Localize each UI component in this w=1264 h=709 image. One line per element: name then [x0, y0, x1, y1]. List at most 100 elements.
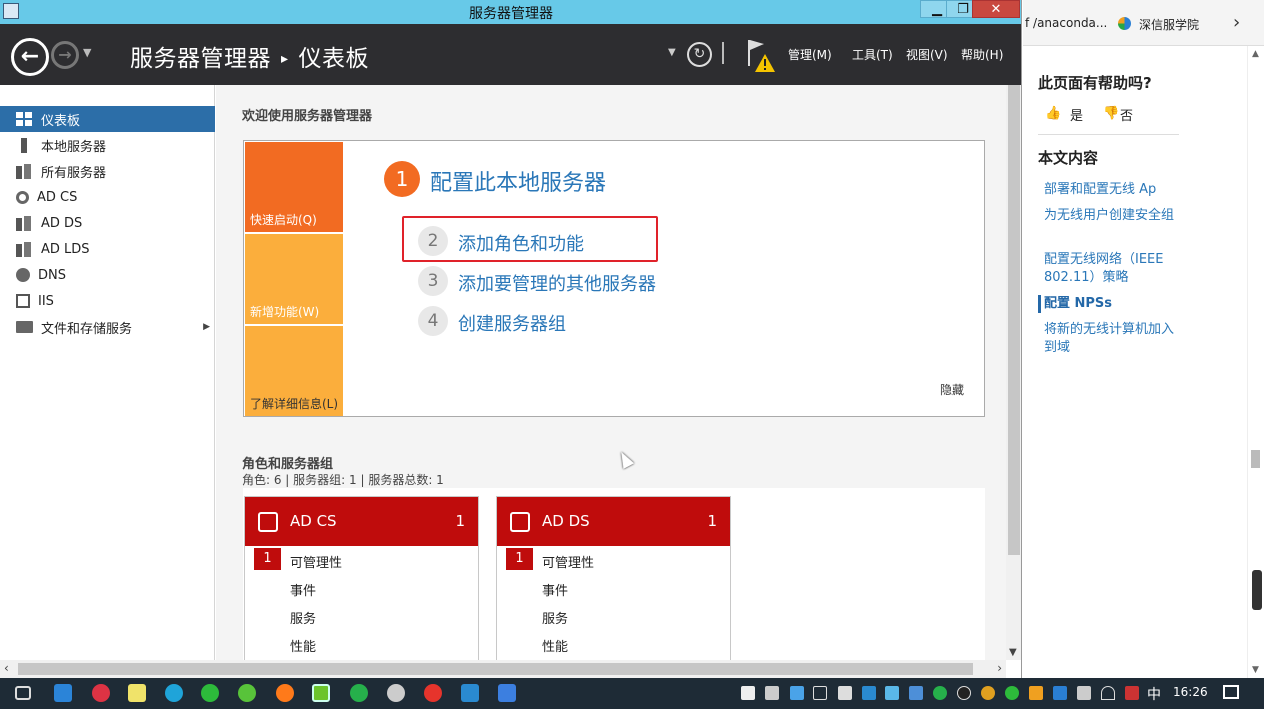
- scroll-down-icon[interactable]: ▼: [1009, 647, 1017, 658]
- scroll-thumb[interactable]: [1008, 85, 1020, 555]
- sidebar-item-file-storage[interactable]: 文件和存储服务 ▶: [0, 314, 215, 340]
- word-icon[interactable]: [498, 684, 516, 702]
- wechat-icon[interactable]: [1005, 686, 1019, 700]
- sidebar-item-ad-lds[interactable]: AD LDS: [0, 236, 215, 262]
- notification-flag-warning-icon[interactable]: [746, 38, 776, 74]
- role-row-performance[interactable]: 性能: [245, 630, 478, 658]
- tray-app-icon[interactable]: [909, 686, 923, 700]
- sidebar-item-all-servers[interactable]: 所有服务器: [0, 158, 215, 184]
- toc-item-active[interactable]: 配置 NPSs: [1044, 295, 1184, 313]
- horizontal-scrollbar[interactable]: ‹ ›: [0, 660, 1006, 678]
- browser-scrollbar[interactable]: ▲ ▼: [1247, 46, 1264, 678]
- firefox-icon[interactable]: [276, 684, 294, 702]
- tile-learn-more[interactable]: 了解详细信息(L): [245, 326, 343, 416]
- hide-link[interactable]: 隐藏: [940, 381, 964, 398]
- menu-tools[interactable]: 工具(T): [852, 46, 893, 63]
- tile-quick-start[interactable]: 快速启动(Q): [245, 142, 343, 232]
- role-row-manageability[interactable]: 1 可管理性: [245, 546, 478, 574]
- forward-arrow-icon[interactable]: →: [51, 41, 79, 69]
- menu-view[interactable]: 视图(V): [906, 46, 948, 63]
- sidebar-item-ad-ds[interactable]: AD DS: [0, 210, 215, 236]
- toc-item[interactable]: 配置无线网络（IEEE 802.11）策略: [1044, 251, 1184, 287]
- title-bar[interactable]: 服务器管理器 ▁ ❐ ✕: [0, 0, 1021, 24]
- menu-help[interactable]: 帮助(H): [961, 46, 1003, 63]
- volume-muted-icon[interactable]: [813, 686, 827, 700]
- scroll-left-icon[interactable]: ‹: [4, 661, 9, 675]
- wechat-icon[interactable]: [201, 684, 219, 702]
- close-button[interactable]: ✕: [972, 0, 1020, 18]
- chevron-right-icon[interactable]: ›: [1233, 12, 1240, 33]
- role-card-header[interactable]: AD CS 1: [245, 497, 478, 546]
- printer-icon[interactable]: [765, 686, 779, 700]
- input-method-indicator[interactable]: 中: [1147, 684, 1161, 704]
- sidebar-item-dashboard[interactable]: 仪表板: [0, 106, 215, 132]
- step-add-other-servers[interactable]: 添加要管理的其他服务器: [458, 270, 656, 296]
- role-card-header[interactable]: AD DS 1: [497, 497, 730, 546]
- toc-item[interactable]: 为无线用户创建安全组: [1044, 207, 1184, 225]
- settings-icon[interactable]: [387, 684, 405, 702]
- expand-arrow-icon[interactable]: ▶: [203, 322, 210, 332]
- role-row-performance[interactable]: 性能: [497, 630, 730, 658]
- qq-icon[interactable]: [957, 686, 971, 700]
- scroll-right-icon[interactable]: ›: [997, 661, 1002, 675]
- mail-icon[interactable]: [54, 684, 72, 702]
- scroll-handle[interactable]: [1252, 570, 1262, 610]
- app-icon[interactable]: [350, 684, 368, 702]
- notes-icon[interactable]: [128, 684, 146, 702]
- thumbs-down-icon[interactable]: 👎: [1103, 106, 1119, 121]
- photos-icon[interactable]: [461, 684, 479, 702]
- clover-icon[interactable]: [238, 684, 256, 702]
- feedback-no[interactable]: 否: [1120, 105, 1133, 124]
- scroll-thumb[interactable]: [18, 663, 973, 675]
- menu-manage[interactable]: 管理(M): [788, 46, 832, 63]
- history-dropdown-icon[interactable]: ▼: [83, 46, 91, 59]
- tray-app-icon[interactable]: [862, 686, 876, 700]
- step-configure-local-server[interactable]: 配置此本地服务器: [430, 165, 606, 197]
- scroll-down-icon[interactable]: ▼: [1252, 665, 1259, 675]
- step-3-badge: 3: [418, 266, 448, 296]
- tray-app-icon[interactable]: [1077, 686, 1091, 700]
- scroll-thumb[interactable]: [1251, 450, 1260, 468]
- app-icon[interactable]: [424, 684, 442, 702]
- notification-center-icon[interactable]: [1223, 685, 1239, 699]
- bluetooth-icon[interactable]: [1053, 686, 1067, 700]
- sidebar-item-dns[interactable]: DNS: [0, 262, 215, 288]
- sidebar-item-iis[interactable]: IIS: [0, 288, 215, 314]
- role-row-services[interactable]: 服务: [497, 602, 730, 630]
- vertical-scrollbar[interactable]: ▼: [1006, 85, 1021, 660]
- bookmark-sangfor[interactable]: 深信服学院: [1139, 16, 1199, 33]
- toc-item[interactable]: 部署和配置无线 Ap: [1044, 181, 1184, 199]
- role-row-events[interactable]: 事件: [497, 574, 730, 602]
- role-row-manageability[interactable]: 1 可管理性: [497, 546, 730, 574]
- sidebar-item-local-server[interactable]: 本地服务器: [0, 132, 215, 158]
- tile-whats-new[interactable]: 新增功能(W): [245, 234, 343, 324]
- task-view-icon[interactable]: [15, 686, 31, 700]
- terminal-icon[interactable]: [312, 684, 330, 702]
- step-create-server-group[interactable]: 创建服务器组: [458, 310, 566, 336]
- thumbs-up-icon[interactable]: 👍: [1045, 106, 1061, 121]
- tray-app-icon[interactable]: [790, 686, 804, 700]
- sidebar-item-ad-cs[interactable]: AD CS: [0, 184, 215, 210]
- back-arrow-icon[interactable]: ←: [11, 38, 49, 76]
- feedback-yes[interactable]: 是: [1070, 105, 1083, 124]
- edge-icon[interactable]: [165, 684, 183, 702]
- scroll-up-icon[interactable]: ▲: [1252, 49, 1259, 59]
- role-row-events[interactable]: 事件: [245, 574, 478, 602]
- header-dropdown-icon[interactable]: ▼: [668, 47, 676, 58]
- bookmark-anaconda[interactable]: f /anaconda...: [1025, 16, 1107, 30]
- app-icon[interactable]: [92, 684, 110, 702]
- clock[interactable]: 16:26: [1173, 685, 1208, 699]
- tray-app-icon[interactable]: [1029, 686, 1043, 700]
- tray-app-icon[interactable]: [1125, 686, 1139, 700]
- tray-app-icon[interactable]: [741, 686, 755, 700]
- toc-item[interactable]: 将新的无线计算机加入到域: [1044, 321, 1184, 357]
- tray-app-icon[interactable]: [885, 686, 899, 700]
- role-card-ad-ds[interactable]: AD DS 1 1 可管理性 事件 服务 性能: [496, 496, 731, 660]
- wifi-icon[interactable]: [1101, 686, 1115, 700]
- refresh-icon[interactable]: ↻: [687, 42, 712, 67]
- tray-app-icon[interactable]: [933, 686, 947, 700]
- role-row-services[interactable]: 服务: [245, 602, 478, 630]
- security-icon[interactable]: [838, 686, 852, 700]
- role-card-ad-cs[interactable]: AD CS 1 1 可管理性 事件 服务 性能: [244, 496, 479, 660]
- tray-app-icon[interactable]: [981, 686, 995, 700]
